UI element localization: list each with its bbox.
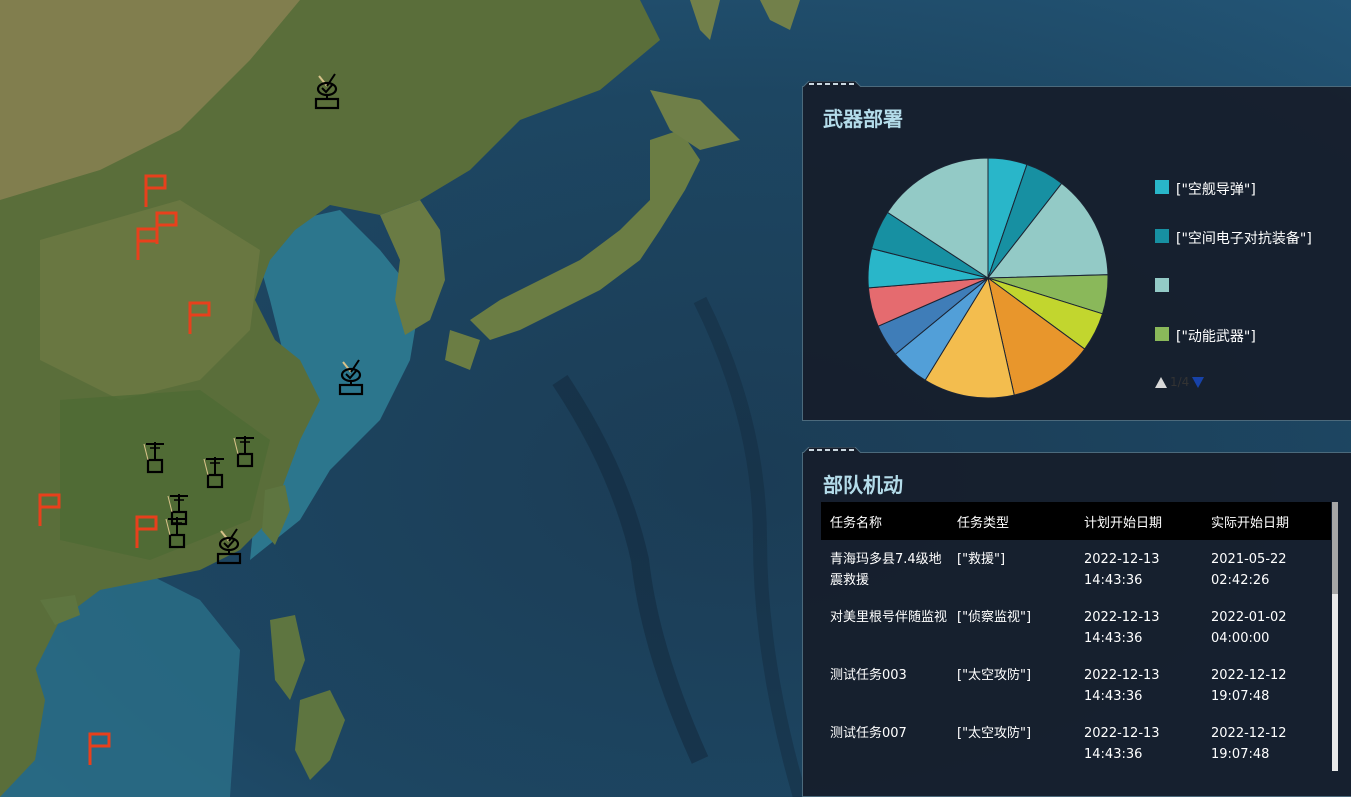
- cell-mission-name: 对美里根号伴随监视: [830, 610, 948, 625]
- table-row[interactable]: 测试任务003 ["太空攻防"] 2022-12-13 14:43:36 202…: [821, 656, 1331, 714]
- antenna-tower-icon[interactable]: [142, 440, 168, 478]
- legend-item[interactable]: [1155, 277, 1312, 326]
- table-scrollbar-thumb[interactable]: [1332, 502, 1338, 594]
- antenna-tower-icon[interactable]: [202, 455, 228, 493]
- legend-label: ["空间电子对抗装备"]: [1176, 231, 1312, 247]
- mission-table: 任务名称 任务类型 计划开始日期 实际开始日期 青海玛多县7.4级地震救援 ["…: [821, 502, 1331, 771]
- weapon-panel-title: 武器部署: [823, 107, 903, 131]
- radar-icon[interactable]: [313, 72, 343, 116]
- legend-label: ["空舰导弹"]: [1176, 182, 1256, 198]
- troop-panel-title: 部队机动: [823, 473, 903, 497]
- table-row[interactable]: 青海玛多县7.4级地震救援 ["救援"] 2022-12-13 14:43:36…: [821, 540, 1331, 598]
- cell-actual-start: 2022-01-02 04:00:00: [1211, 610, 1287, 646]
- legend-item[interactable]: ["空间电子对抗装备"]: [1155, 228, 1312, 277]
- cell-planned-start: 2022-12-13 14:43:36: [1084, 726, 1160, 762]
- antenna-tower-icon[interactable]: [164, 515, 190, 553]
- weapon-deployment-panel: 武器部署 ["空舰导弹"] ["空间电子对抗装备"] ["动能武器"] 1/4: [802, 81, 1351, 421]
- legend-page-indicator: 1/4: [1170, 375, 1190, 389]
- legend-pager: 1/4: [1155, 375, 1205, 389]
- cell-mission-type: ["太空攻防"]: [957, 726, 1032, 741]
- cell-mission-name: 测试任务003: [830, 668, 907, 683]
- cell-planned-start: 2022-12-13 14:43:36: [1084, 552, 1160, 588]
- table-row[interactable]: 测试任务007 ["太空攻防"] 2022-12-13 14:43:36 202…: [821, 714, 1331, 771]
- flag-icon[interactable]: [87, 731, 113, 771]
- panel-tab-decoration: [803, 447, 861, 453]
- cell-mission-type: ["太空攻防"]: [957, 668, 1032, 683]
- column-header-actual-start[interactable]: 实际开始日期: [1202, 512, 1331, 531]
- radar-icon[interactable]: [337, 358, 367, 402]
- legend-prev-page-icon[interactable]: [1155, 376, 1167, 388]
- cell-mission-name: 测试任务007: [830, 726, 907, 741]
- legend-swatch: [1155, 327, 1169, 341]
- legend-swatch: [1155, 180, 1169, 194]
- cell-actual-start: 2021-05-22 02:42:26: [1211, 552, 1287, 588]
- cell-mission-type: ["救援"]: [957, 552, 1006, 567]
- cell-actual-start: 2022-12-12 19:07:48: [1211, 726, 1287, 762]
- cell-planned-start: 2022-12-13 14:43:36: [1084, 668, 1160, 704]
- troop-maneuver-panel: 部队机动 任务名称 任务类型 计划开始日期 实际开始日期 青海玛多县7.4级地震…: [802, 447, 1351, 797]
- column-header-mission-type[interactable]: 任务类型: [948, 512, 1075, 531]
- flag-icon[interactable]: [135, 226, 161, 266]
- panel-tab-decoration: [803, 81, 861, 87]
- flag-icon[interactable]: [143, 173, 169, 213]
- cell-mission-name: 青海玛多县7.4级地震救援: [830, 552, 942, 588]
- cell-actual-start: 2022-12-12 19:07:48: [1211, 668, 1287, 704]
- legend-next-page-icon[interactable]: [1192, 376, 1205, 388]
- legend-swatch: [1155, 229, 1169, 243]
- flag-icon[interactable]: [187, 300, 213, 340]
- cell-planned-start: 2022-12-13 14:43:36: [1084, 610, 1160, 646]
- legend-item[interactable]: ["空舰导弹"]: [1155, 179, 1312, 228]
- column-header-planned-start[interactable]: 计划开始日期: [1075, 512, 1202, 531]
- antenna-tower-icon[interactable]: [232, 434, 258, 472]
- legend-swatch: [1155, 278, 1169, 292]
- table-header: 任务名称 任务类型 计划开始日期 实际开始日期: [821, 502, 1331, 540]
- table-scrollbar[interactable]: [1332, 502, 1338, 771]
- cell-mission-type: ["侦察监视"]: [957, 610, 1032, 625]
- table-row[interactable]: 对美里根号伴随监视 ["侦察监视"] 2022-12-13 14:43:36 2…: [821, 598, 1331, 656]
- pie-legend: ["空舰导弹"] ["空间电子对抗装备"] ["动能武器"]: [1155, 179, 1312, 375]
- legend-item[interactable]: ["动能武器"]: [1155, 326, 1312, 375]
- radar-icon[interactable]: [215, 527, 245, 571]
- flag-icon[interactable]: [37, 492, 63, 532]
- legend-label: ["动能武器"]: [1176, 329, 1256, 345]
- column-header-mission-name[interactable]: 任务名称: [821, 512, 948, 531]
- weapon-pie-chart: [867, 157, 1109, 399]
- flag-icon[interactable]: [134, 514, 160, 554]
